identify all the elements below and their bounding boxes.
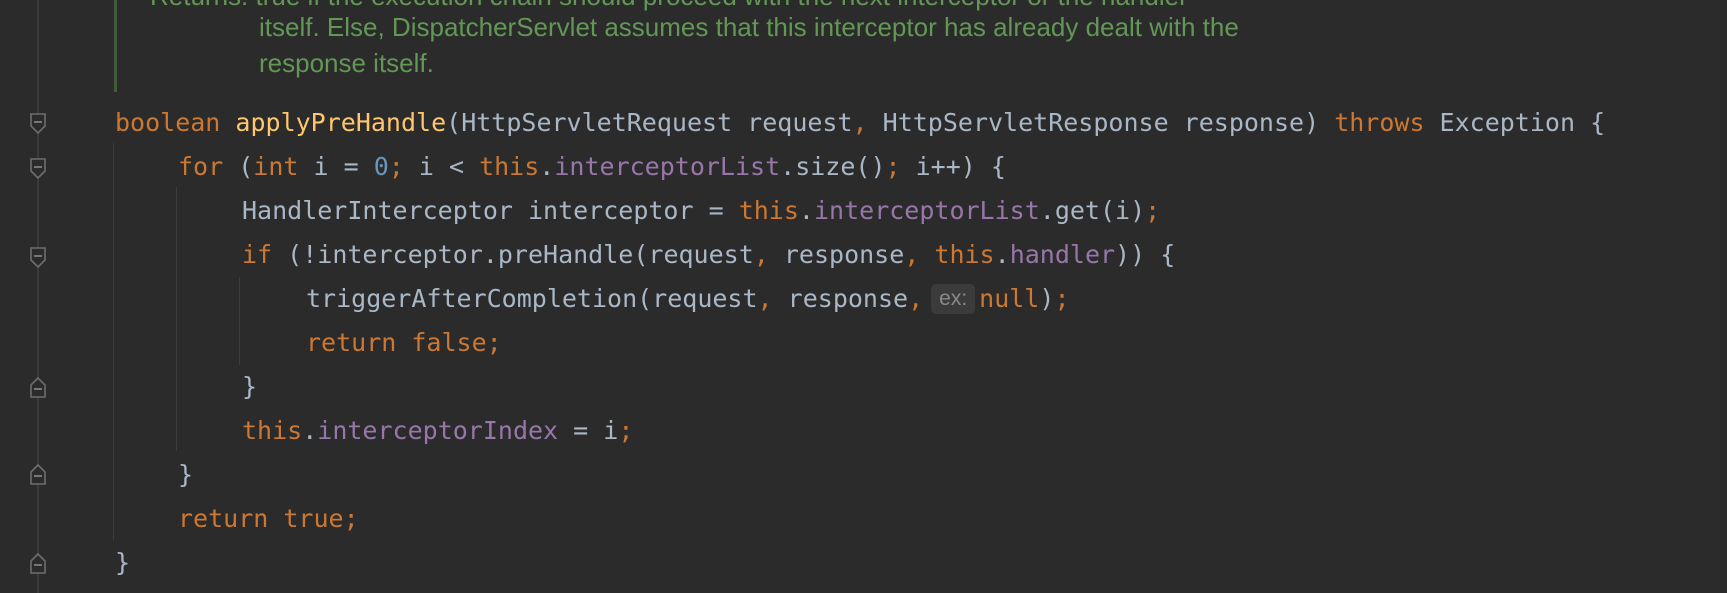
code-line: }	[178, 457, 193, 493]
code-text: .get(i)	[1039, 196, 1146, 225]
code-line: this.interceptorIndex = i;	[242, 413, 633, 449]
punctuation: ;	[885, 152, 901, 181]
code-text: .	[302, 416, 318, 445]
code-text: = i	[558, 416, 619, 445]
keyword: return	[306, 328, 397, 357]
keyword: for	[178, 152, 224, 181]
code-line: }	[115, 545, 130, 581]
keyword: if	[242, 240, 273, 269]
keyword: this	[738, 196, 799, 225]
code-line: triggerAfterCompletion(request, response…	[306, 281, 1070, 317]
closing-brace: }	[178, 460, 194, 489]
code-line: return false;	[306, 325, 502, 361]
fold-open-icon[interactable]	[29, 247, 47, 269]
punctuation: ,	[908, 284, 924, 313]
field-name: interceptorList	[813, 196, 1040, 225]
closing-brace: }	[115, 548, 131, 577]
code-text: (HttpServletRequest request	[446, 108, 853, 137]
keyword: return	[178, 504, 269, 533]
field-name: handler	[1009, 240, 1116, 269]
fold-open-icon[interactable]	[29, 113, 47, 135]
code-line: }	[242, 369, 257, 405]
code-text: HandlerInterceptor interceptor =	[242, 196, 739, 225]
keyword: int	[253, 152, 299, 181]
code-line: boolean applyPreHandle(HttpServletReques…	[115, 105, 1605, 141]
code-line: HandlerInterceptor interceptor = this.in…	[242, 193, 1160, 229]
keyword: true	[283, 504, 344, 533]
fold-open-icon[interactable]	[29, 158, 47, 180]
fold-close-icon[interactable]	[29, 552, 47, 574]
code-text: .	[994, 240, 1010, 269]
fold-close-icon[interactable]	[29, 376, 47, 398]
parameter-hint: ex:	[931, 284, 976, 314]
keyword: boolean	[115, 108, 221, 137]
code-text: i =	[298, 152, 374, 181]
keyword: this	[242, 416, 303, 445]
closing-brace: }	[242, 372, 258, 401]
gutter	[37, 0, 39, 593]
punctuation: ,	[757, 284, 773, 313]
code-editor[interactable]: Returns: true if the execution chain sho…	[0, 0, 1727, 593]
doc-comment-bar	[114, 0, 117, 92]
keyword: throws	[1334, 108, 1425, 137]
doc-comment-line: response itself.	[259, 48, 434, 78]
punctuation: ;	[618, 416, 634, 445]
code-text: (!interceptor.preHandle(request	[272, 240, 754, 269]
code-text: )	[1039, 284, 1055, 313]
code-line: for (int i = 0; i < this.interceptorList…	[178, 149, 1006, 185]
code-text: .size()	[780, 152, 886, 181]
keyword: false	[411, 328, 487, 357]
keyword: this	[934, 240, 995, 269]
number-literal: 0	[373, 152, 389, 181]
indent-guide	[239, 277, 240, 365]
code-text: triggerAfterCompletion(request	[306, 284, 758, 313]
code-text: response	[768, 240, 905, 269]
code-text: (	[223, 152, 254, 181]
punctuation: ;	[486, 328, 502, 357]
code-text: i <	[403, 152, 480, 181]
code-text: i++) {	[900, 152, 1006, 181]
punctuation: ,	[852, 108, 868, 137]
punctuation: ;	[388, 152, 404, 181]
field-name: interceptorIndex	[317, 416, 559, 445]
code-line: if (!interceptor.preHandle(request, resp…	[242, 237, 1175, 273]
indent-guide	[176, 187, 177, 451]
method-name: applyPreHandle	[235, 108, 447, 137]
punctuation: ;	[343, 504, 359, 533]
punctuation: ,	[753, 240, 769, 269]
code-text: HttpServletResponse response)	[867, 108, 1335, 137]
code-line: return true;	[178, 501, 359, 537]
indent-guide	[113, 143, 114, 540]
field-name: interceptorList	[554, 152, 781, 181]
code-text: .	[798, 196, 814, 225]
keyword: this	[479, 152, 540, 181]
code-text: response	[772, 284, 909, 313]
punctuation: ,	[904, 240, 920, 269]
code-text: )) {	[1115, 240, 1176, 269]
punctuation: ;	[1054, 284, 1070, 313]
code-text: .	[539, 152, 555, 181]
punctuation: ;	[1145, 196, 1161, 225]
keyword: null	[979, 284, 1040, 313]
fold-close-icon[interactable]	[29, 463, 47, 485]
doc-comment-line: itself. Else, DispatcherServlet assumes …	[259, 12, 1239, 42]
code-text: Exception {	[1424, 108, 1606, 137]
